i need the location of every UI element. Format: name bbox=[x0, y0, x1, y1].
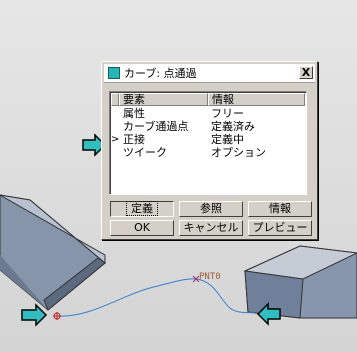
row-marker bbox=[111, 107, 119, 120]
column-header-info[interactable]: 情報 bbox=[208, 93, 305, 106]
cancel-button[interactable]: キャンセル bbox=[179, 220, 243, 236]
curve-tool-icon bbox=[108, 67, 120, 79]
right-solid bbox=[243, 245, 357, 319]
column-header-element[interactable]: 要素 bbox=[119, 93, 208, 106]
element-list[interactable]: 要素 情報 属性 フリー カーブ通過点 定義済み > 正接 定義中 ツイーク オ… bbox=[109, 91, 307, 195]
define-button-label: 定義 bbox=[126, 201, 158, 216]
curve-dialog: カーブ: 点通過 X 要素 情報 属性 フリー カーブ通過点 定義済み > 正接… bbox=[101, 61, 318, 240]
list-row[interactable]: 属性 フリー bbox=[111, 107, 305, 120]
point-label: PNT0 bbox=[199, 272, 221, 282]
info-button[interactable]: 情報 bbox=[248, 201, 312, 217]
row-marker bbox=[111, 120, 119, 133]
row-info: フリー bbox=[211, 107, 244, 120]
header-marker-cell bbox=[111, 93, 119, 106]
dialog-title: カーブ: 点通過 bbox=[124, 67, 197, 80]
curve-path bbox=[56, 278, 256, 317]
ok-button[interactable]: OK bbox=[110, 220, 174, 236]
close-button[interactable]: X bbox=[299, 66, 313, 79]
reference-button[interactable]: 参照 bbox=[179, 201, 243, 217]
define-button[interactable]: 定義 bbox=[110, 201, 174, 217]
row-marker: > bbox=[111, 134, 120, 145]
row-info: 定義済み bbox=[211, 120, 255, 133]
list-row[interactable]: ツイーク オプション bbox=[111, 146, 305, 159]
row-info: オプション bbox=[211, 146, 266, 159]
left-solid bbox=[0, 194, 106, 311]
list-header: 要素 情報 bbox=[111, 93, 305, 106]
dialog-titlebar[interactable]: カーブ: 点通過 X bbox=[104, 64, 315, 83]
row-element: カーブ通過点 bbox=[123, 120, 189, 133]
list-row[interactable]: カーブ通過点 定義済み bbox=[111, 120, 305, 133]
list-row-current[interactable]: > 正接 定義中 bbox=[111, 133, 305, 146]
row-element: 正接 bbox=[123, 133, 145, 146]
row-element: ツイーク bbox=[123, 146, 167, 159]
row-element: 属性 bbox=[123, 107, 145, 120]
row-marker bbox=[111, 146, 119, 159]
callout-arrow-left bbox=[21, 303, 48, 327]
preview-button[interactable]: プレビュー bbox=[248, 220, 312, 236]
row-info: 定義中 bbox=[211, 133, 244, 146]
curve-start-point[interactable] bbox=[53, 312, 61, 320]
